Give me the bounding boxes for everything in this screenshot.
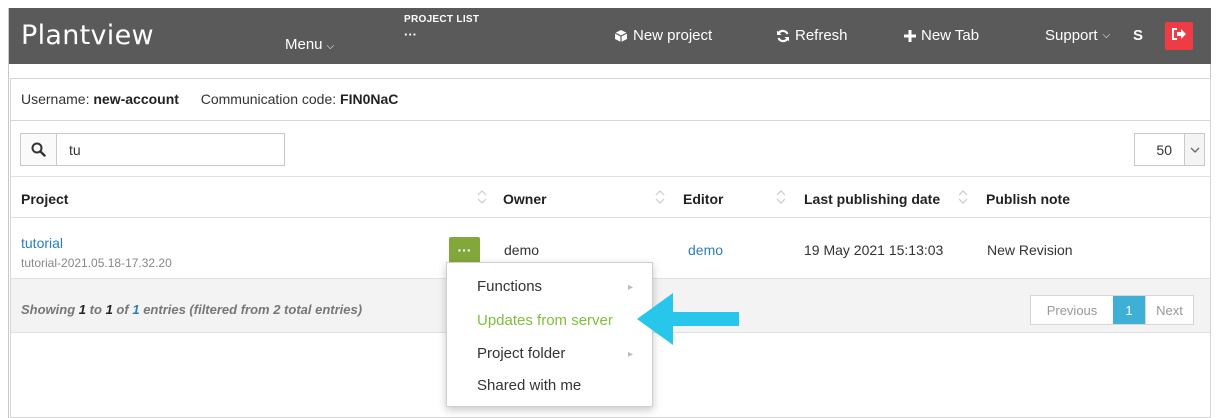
sort-icon[interactable]: [957, 189, 969, 210]
start-count: 1: [78, 302, 87, 317]
project-list-title: PROJECT LIST: [404, 14, 480, 25]
menu-item-updates-from-server[interactable]: Updates from server: [477, 312, 613, 329]
top-navbar: Plantview Menu ⌵ PROJECT LIST ··· New pro…: [9, 8, 1211, 64]
menu-item-project-folder[interactable]: Project folder: [477, 345, 565, 362]
total-count: 1: [132, 302, 140, 317]
user-initial[interactable]: S: [1133, 27, 1143, 44]
divider: [11, 176, 1210, 177]
column-header-publish-note[interactable]: Publish note: [986, 191, 1070, 207]
menu-item-functions[interactable]: Functions: [477, 278, 542, 295]
communication-code-label: Communication code:: [200, 91, 337, 107]
owner-cell: demo: [504, 242, 540, 258]
refresh-button[interactable]: Refresh: [776, 27, 848, 44]
account-info: Username: new-account Communication code…: [21, 91, 398, 107]
pagination-previous[interactable]: Previous: [1031, 296, 1113, 324]
app-frame: Plantview Menu ⌵ PROJECT LIST ··· New pro…: [8, 8, 1211, 418]
filter-text: entries (filtered from 2 total entries): [143, 302, 363, 317]
menu-item-shared-with-me[interactable]: Shared with me: [477, 377, 581, 394]
column-header-last-publishing-date[interactable]: Last publishing date: [804, 191, 940, 207]
editor-link[interactable]: demo: [688, 242, 723, 258]
logout-icon: [1171, 27, 1187, 46]
communication-code-value: FIN0NaC: [340, 91, 399, 107]
column-header-owner[interactable]: Owner: [503, 191, 547, 207]
pagination: Previous 1 Next: [1030, 295, 1194, 325]
sort-icon[interactable]: [775, 189, 787, 210]
column-header-project[interactable]: Project: [21, 191, 68, 207]
sort-icon[interactable]: [476, 189, 488, 210]
showing-text: Showing: [21, 302, 76, 317]
row-actions-button[interactable]: ···: [449, 237, 480, 263]
pagination-page-1[interactable]: 1: [1113, 296, 1145, 324]
project-list-value: ···: [404, 27, 417, 42]
chevron-down-icon[interactable]: [1184, 134, 1204, 165]
logout-button[interactable]: [1165, 22, 1193, 50]
brand-logo[interactable]: Plantview: [21, 20, 154, 51]
of-text: of: [116, 302, 129, 317]
menu-label: Menu: [285, 36, 323, 53]
chevron-down-icon: ⌵: [326, 41, 335, 52]
project-list-indicator[interactable]: PROJECT LIST ···: [404, 14, 479, 42]
callout-arrow: [635, 291, 741, 352]
new-tab-label: New Tab: [921, 27, 980, 44]
project-version: tutorial-2021.05.18-17.32.20: [21, 256, 172, 270]
support-dropdown[interactable]: Support ⌵: [1045, 27, 1110, 44]
entries-info: Showing 1 to 1 of 1 entries (filtered fr…: [21, 302, 362, 317]
search-icon[interactable]: [21, 134, 57, 165]
end-count: 1: [105, 302, 113, 317]
publish-date-cell: 19 May 2021 15:13:03: [804, 242, 944, 258]
new-project-button[interactable]: New project: [614, 27, 712, 44]
page-size-value: 50: [1156, 141, 1172, 158]
chevron-down-icon: ⌵: [1102, 30, 1111, 41]
refresh-icon: [776, 29, 790, 43]
divider: [11, 120, 1210, 121]
page-size-select[interactable]: 50: [1134, 133, 1205, 166]
search-box: [20, 133, 285, 166]
sort-icon[interactable]: [654, 189, 666, 210]
submenu-arrow-icon: ▸: [628, 282, 634, 293]
to-text: to: [89, 302, 102, 317]
column-header-editor[interactable]: Editor: [683, 191, 723, 207]
pagination-next[interactable]: Next: [1145, 296, 1193, 324]
support-label: Support: [1045, 27, 1098, 44]
submenu-arrow-icon: ▸: [628, 349, 634, 360]
refresh-label: Refresh: [795, 27, 848, 44]
row-actions-menu: Functions ▸ Updates from server Project …: [446, 262, 653, 407]
username-label: Username:: [21, 91, 90, 107]
new-project-label: New project: [633, 27, 713, 44]
username-value: new-account: [93, 91, 179, 107]
project-link[interactable]: tutorial: [21, 235, 63, 251]
cube-icon: [614, 29, 628, 43]
plus-icon: [904, 29, 916, 42]
menu-dropdown[interactable]: Menu ⌵: [285, 36, 334, 53]
search-input[interactable]: [57, 134, 282, 165]
new-tab-button[interactable]: New Tab: [904, 27, 979, 44]
publish-note-cell: New Revision: [987, 242, 1073, 258]
